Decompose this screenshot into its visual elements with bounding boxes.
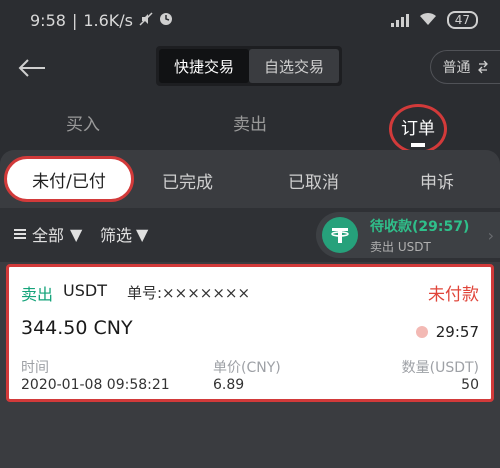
order-coin: USDT [63, 281, 107, 300]
swap-icon [477, 60, 488, 74]
order-timer: 29:57 [415, 323, 479, 341]
self-select-trade-tab[interactable]: 自选交易 [249, 49, 339, 83]
list-icon [14, 229, 26, 239]
subtab-completed[interactable]: 已完成 [162, 168, 213, 193]
mute-icon [139, 11, 153, 30]
status-speed: 1.6K/s [83, 10, 133, 30]
tether-icon [322, 217, 358, 253]
filter-row: 全部 ▼ 筛选 ▼ 待收款(29:57) 卖出 USDT › [0, 208, 500, 262]
status-bar: 9:58 | 1.6K/s 47 [0, 0, 500, 40]
trade-mode-toggle: 快捷交易 自选交易 [156, 46, 342, 86]
status-time: 9:58 [30, 10, 66, 30]
tab-sell[interactable]: 卖出 [233, 110, 267, 135]
pending-subtitle: 卖出 USDT [370, 239, 431, 254]
timer-icon [415, 326, 428, 338]
orders-tab-highlight [389, 104, 447, 154]
order-amount: 344.50 CNY [21, 317, 133, 339]
time-label: 时间 [21, 360, 49, 376]
quantity-value: 50 [461, 377, 479, 393]
signal-icon [390, 13, 409, 27]
status-divider: | [71, 10, 78, 30]
caret-down-icon: ▼ [136, 224, 149, 244]
pending-payment-card[interactable]: 待收款(29:57) 卖出 USDT › [316, 212, 500, 258]
order-number: 单号:××××××× [127, 284, 251, 302]
price-value: 6.89 [213, 377, 245, 393]
filter-all-dropdown[interactable]: 全部 ▼ [14, 222, 82, 246]
subtab-appeal[interactable]: 申诉 [420, 168, 454, 193]
subtab-unpaid-paid[interactable]: 未付/已付 [4, 156, 134, 202]
normal-mode-label: 普通 [442, 60, 471, 76]
chevron-right-icon: › [487, 226, 494, 245]
filter-screen-label: 筛选 [100, 226, 133, 245]
order-status: 未付款 [428, 285, 479, 305]
pending-text: 待收款(29:57) 卖出 USDT [370, 216, 469, 255]
order-type: 卖出 [21, 285, 54, 304]
header: 快捷交易 自选交易 普通 [0, 44, 500, 90]
clock-icon [159, 11, 173, 30]
order-card[interactable]: 卖出 USDT 单号:××××××× 未付款 344.50 CNY 29:57 … [6, 264, 494, 402]
order-timer-value: 29:57 [435, 323, 479, 341]
tab-buy[interactable]: 买入 [66, 110, 100, 135]
back-button[interactable] [14, 50, 50, 86]
time-value: 2020-01-08 09:58:21 [21, 377, 170, 393]
quantity-label: 数量(USDT) [401, 360, 479, 376]
filter-all-label: 全部 [32, 226, 65, 245]
caret-down-icon: ▼ [70, 224, 83, 244]
order-subtabs: 未付/已付 已完成 已取消 申诉 [0, 150, 500, 208]
price-label: 单价(CNY) [213, 360, 281, 376]
pending-title: 待收款(29:57) [370, 218, 470, 235]
status-right: 47 [390, 11, 478, 30]
status-left: 9:58 | 1.6K/s [30, 11, 173, 30]
subtab-cancelled[interactable]: 已取消 [288, 168, 339, 193]
battery-indicator: 47 [446, 11, 478, 29]
orders-panel: 未付/已付 已完成 已取消 申诉 全部 ▼ 筛选 ▼ 待收款(29:57) 卖出… [0, 150, 500, 468]
arrow-left-icon [18, 59, 45, 77]
wifi-icon [419, 11, 437, 30]
filter-screen-dropdown[interactable]: 筛选 ▼ [100, 222, 148, 246]
normal-mode-button[interactable]: 普通 [430, 50, 500, 84]
quick-trade-tab[interactable]: 快捷交易 [159, 49, 249, 83]
